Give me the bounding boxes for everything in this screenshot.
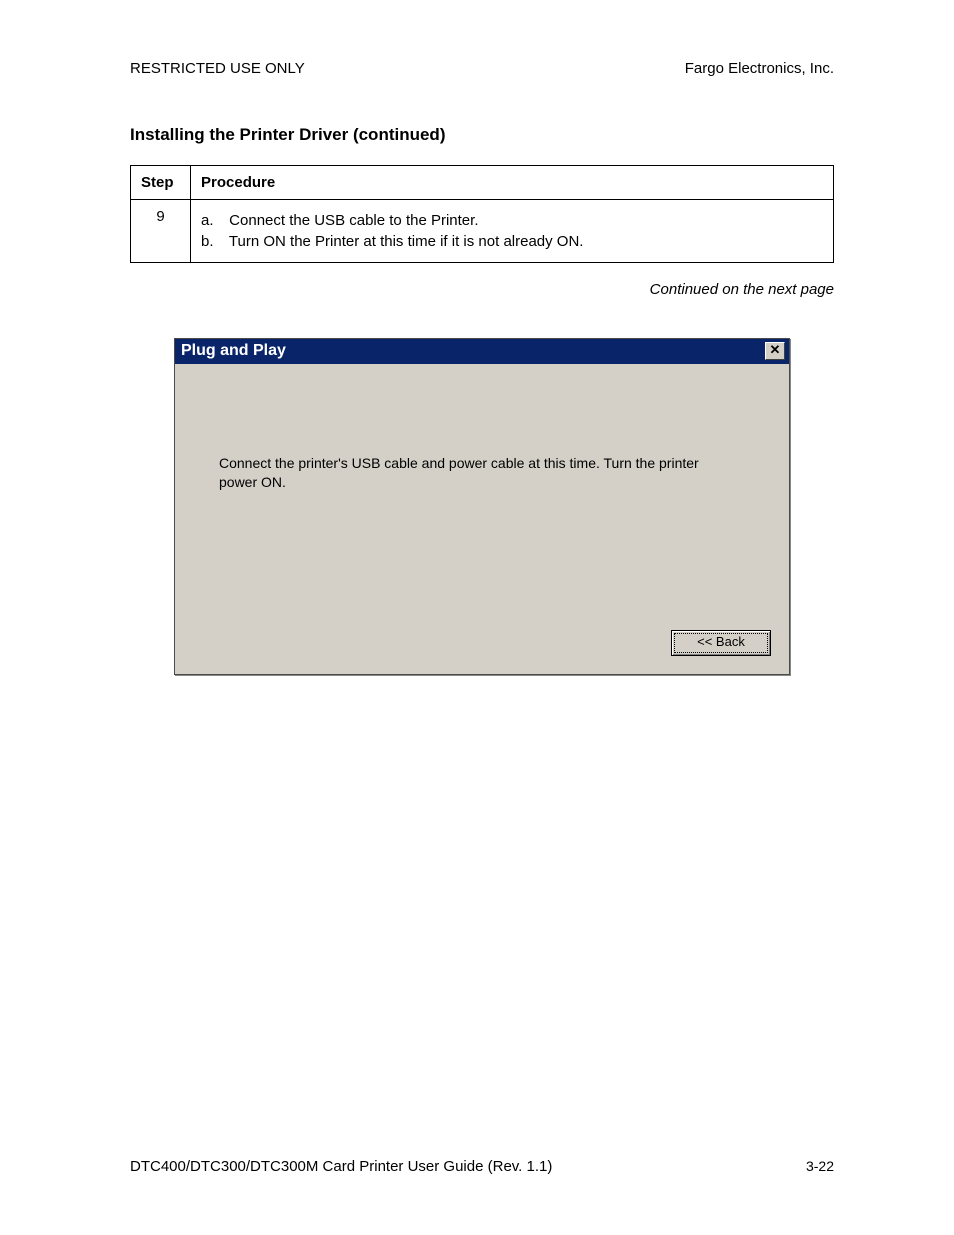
item-text: Turn ON the Printer at this time if it i… (229, 233, 584, 250)
procedure-item: a. Connect the USB cable to the Printer. (201, 212, 823, 229)
dialog-title: Plug and Play (181, 342, 286, 360)
item-letter: a. (201, 212, 225, 229)
page-footer: DTC400/DTC300/DTC300M Card Printer User … (130, 1158, 834, 1175)
header-right: Fargo Electronics, Inc. (685, 60, 834, 77)
table-header-row: Step Procedure (131, 166, 834, 200)
item-text: Connect the USB cable to the Printer. (229, 212, 478, 229)
header-left: RESTRICTED USE ONLY (130, 60, 305, 77)
th-step: Step (131, 166, 191, 200)
footer-page-number: 3-22 (806, 1158, 834, 1175)
plug-and-play-dialog: Plug and Play ✕ Connect the printer's US… (174, 338, 790, 675)
cell-step: 9 (131, 200, 191, 263)
page-header: RESTRICTED USE ONLY Fargo Electronics, I… (130, 60, 834, 77)
th-procedure: Procedure (191, 166, 834, 200)
close-button[interactable]: ✕ (765, 342, 785, 360)
procedure-table: Step Procedure 9 a. Connect the USB cabl… (130, 165, 834, 263)
dialog-body: Connect the printer's USB cable and powe… (175, 364, 789, 674)
back-button[interactable]: << Back (671, 630, 771, 656)
procedure-item: b. Turn ON the Printer at this time if i… (201, 233, 823, 250)
footer-left: DTC400/DTC300/DTC300M Card Printer User … (130, 1158, 552, 1175)
dialog-titlebar: Plug and Play ✕ (175, 339, 789, 364)
table-row: 9 a. Connect the USB cable to the Printe… (131, 200, 834, 263)
dialog-body-text: Connect the printer's USB cable and powe… (219, 454, 719, 492)
section-title: Installing the Printer Driver (continued… (130, 125, 834, 145)
continued-note: Continued on the next page (130, 281, 834, 298)
item-letter: b. (201, 233, 225, 250)
cell-procedure: a. Connect the USB cable to the Printer.… (191, 200, 834, 263)
